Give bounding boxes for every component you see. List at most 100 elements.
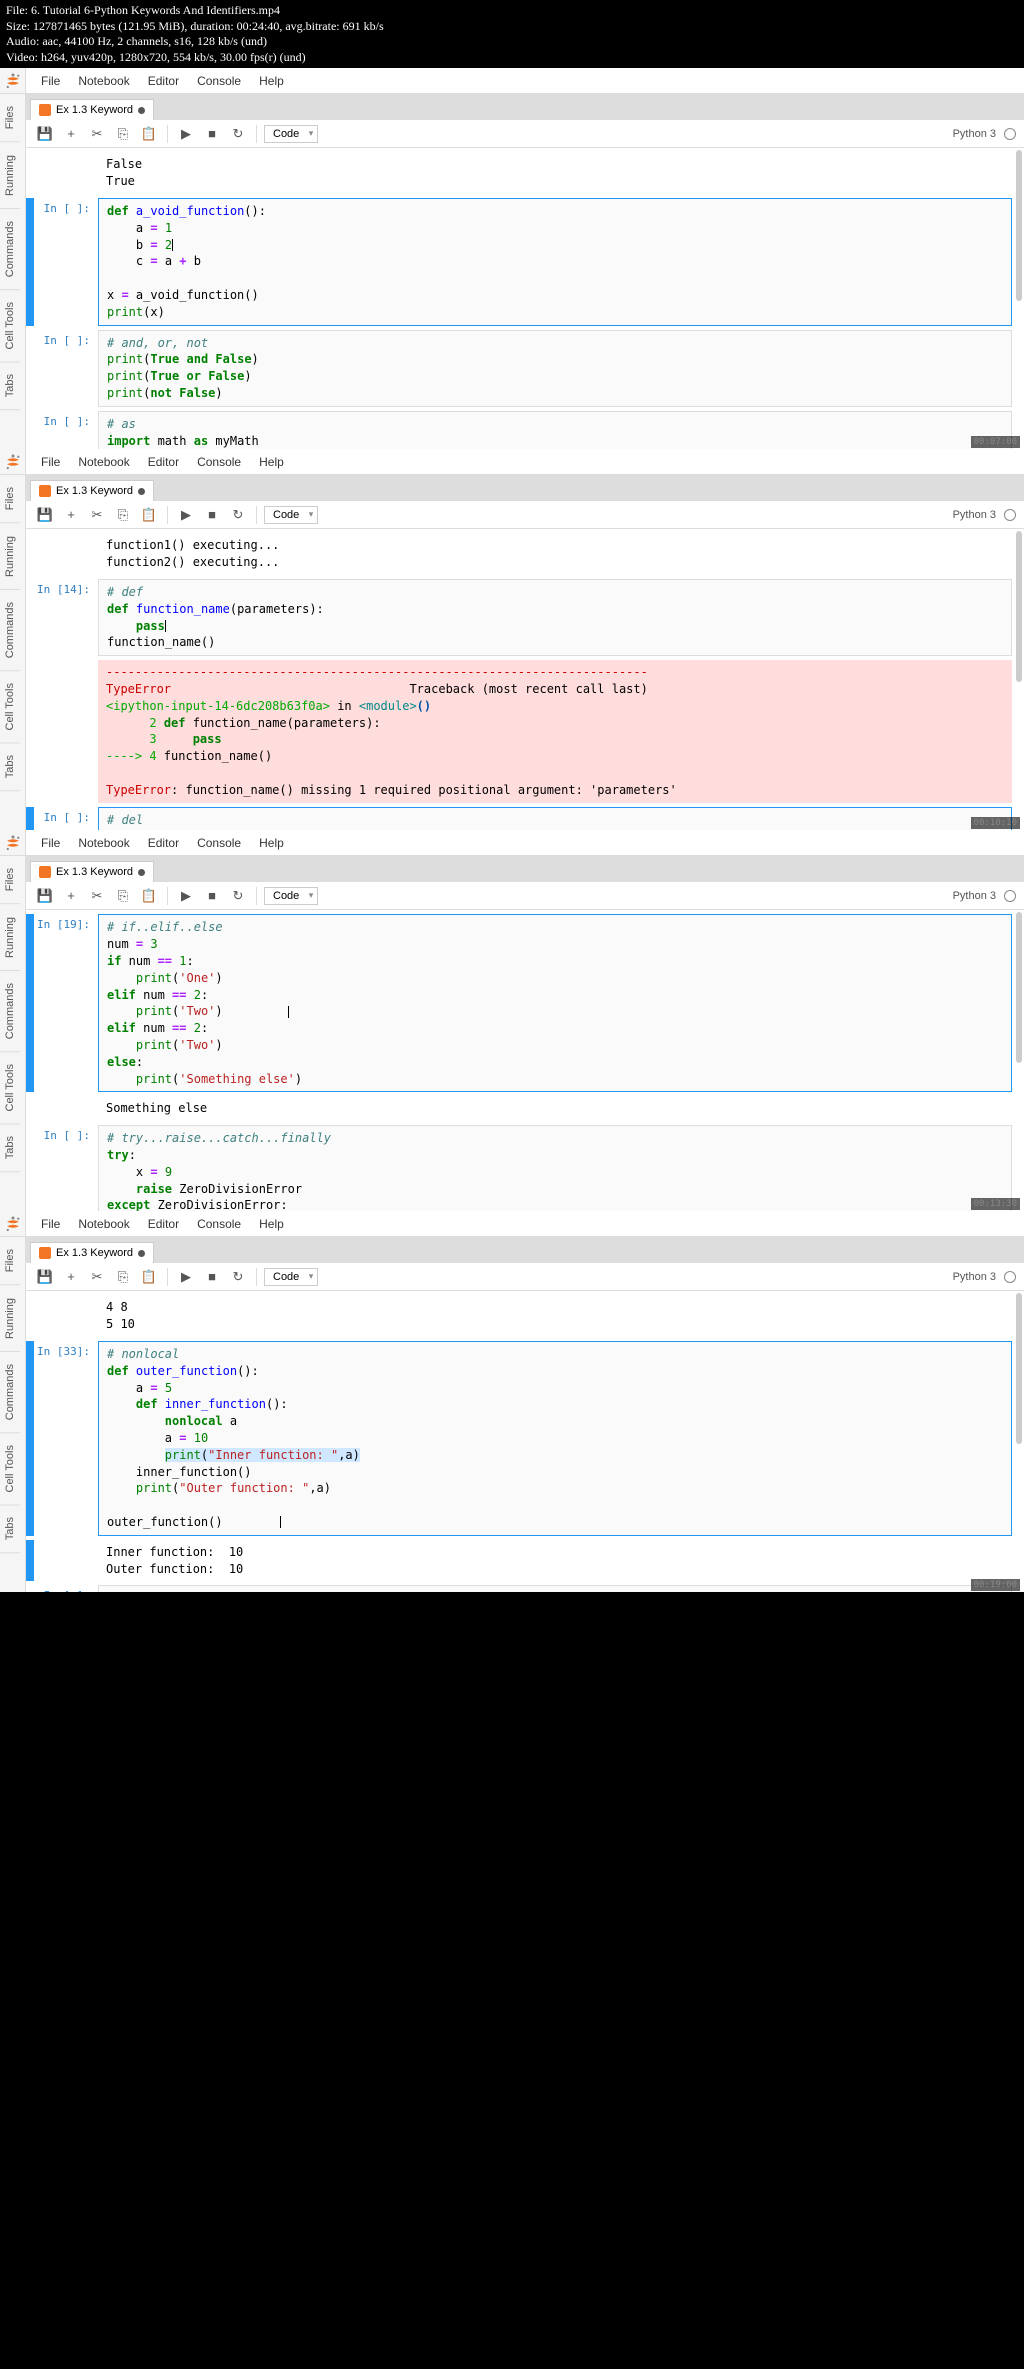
- notebook-tab[interactable]: Ex 1.3 Keyword: [30, 99, 154, 120]
- cell-type-dropdown[interactable]: Code: [264, 506, 318, 524]
- sidebar-tab-commands[interactable]: Commands: [0, 971, 20, 1052]
- cell-type-dropdown[interactable]: Code: [264, 125, 318, 143]
- menu-help[interactable]: Help: [250, 71, 293, 91]
- sidebar-tab-tabs[interactable]: Tabs: [0, 743, 20, 791]
- code-cell[interactable]: In [33]:# nonlocal def outer_function():…: [26, 1341, 1012, 1536]
- menu-console[interactable]: Console: [188, 833, 250, 853]
- cell-content[interactable]: def a_void_function(): a = 1 b = 2 c = a…: [98, 198, 1012, 326]
- cell-content[interactable]: # nonlocal def outer_function(): a = 5 d…: [98, 1341, 1012, 1536]
- sidebar-tab-tabs[interactable]: Tabs: [0, 362, 20, 410]
- menu-file[interactable]: File: [32, 1214, 69, 1234]
- sidebar-tab-tabs[interactable]: Tabs: [0, 1505, 20, 1553]
- menu-file[interactable]: File: [32, 833, 69, 853]
- sidebar-tab-celltools[interactable]: Cell Tools: [0, 671, 20, 744]
- menu-notebook[interactable]: Notebook: [69, 71, 138, 91]
- menu-editor[interactable]: Editor: [139, 452, 188, 472]
- code-cell[interactable]: In [ ]:# del a = 10 print(a) del a print…: [26, 807, 1012, 831]
- cell-type-dropdown[interactable]: Code: [264, 1268, 318, 1286]
- menu-notebook[interactable]: Notebook: [69, 1214, 138, 1234]
- menu-console[interactable]: Console: [188, 71, 250, 91]
- menu-file[interactable]: File: [32, 452, 69, 472]
- stop-icon[interactable]: ■: [201, 123, 223, 145]
- stop-icon[interactable]: ■: [201, 504, 223, 526]
- add-icon[interactable]: +: [60, 885, 82, 907]
- sidebar-tab-files[interactable]: Files: [0, 1237, 20, 1285]
- menu-notebook[interactable]: Notebook: [69, 833, 138, 853]
- run-icon[interactable]: ▶: [175, 504, 197, 526]
- copy-icon[interactable]: ⎘: [112, 504, 134, 526]
- sidebar-tab-celltools[interactable]: Cell Tools: [0, 1052, 20, 1125]
- code-cell[interactable]: In [ ]:def a_void_function(): a = 1 b = …: [26, 198, 1012, 326]
- code-cell[interactable]: In [ ]:# and, or, not print(True and Fal…: [26, 330, 1012, 407]
- restart-icon[interactable]: ↻: [227, 1266, 249, 1288]
- copy-icon[interactable]: ⎘: [112, 123, 134, 145]
- code-cell[interactable]: In [ ]:# pass def function(args): pass: [26, 1585, 1012, 1592]
- sidebar-tab-files[interactable]: Files: [0, 475, 20, 523]
- save-icon[interactable]: 💾: [34, 123, 56, 145]
- restart-icon[interactable]: ↻: [227, 504, 249, 526]
- paste-icon[interactable]: 📋: [138, 1266, 160, 1288]
- save-icon[interactable]: 💾: [34, 1266, 56, 1288]
- cell-content[interactable]: # if..elif..else num = 3 if num == 1: pr…: [98, 914, 1012, 1092]
- cut-icon[interactable]: ✂: [86, 1266, 108, 1288]
- sidebar-tab-files[interactable]: Files: [0, 856, 20, 904]
- cell-content[interactable]: # as import math as myMath print(myMath.…: [98, 411, 1012, 450]
- menu-file[interactable]: File: [32, 71, 69, 91]
- menu-help[interactable]: Help: [250, 1214, 293, 1234]
- run-icon[interactable]: ▶: [175, 123, 197, 145]
- stop-icon[interactable]: ■: [201, 885, 223, 907]
- run-icon[interactable]: ▶: [175, 1266, 197, 1288]
- copy-icon[interactable]: ⎘: [112, 885, 134, 907]
- sidebar-tab-commands[interactable]: Commands: [0, 1352, 20, 1433]
- add-icon[interactable]: +: [60, 1266, 82, 1288]
- cut-icon[interactable]: ✂: [86, 123, 108, 145]
- menu-notebook[interactable]: Notebook: [69, 452, 138, 472]
- cut-icon[interactable]: ✂: [86, 504, 108, 526]
- notebook-tab[interactable]: Ex 1.3 Keyword: [30, 861, 154, 882]
- paste-icon[interactable]: 📋: [138, 504, 160, 526]
- menu-editor[interactable]: Editor: [139, 833, 188, 853]
- menu-console[interactable]: Console: [188, 452, 250, 472]
- run-icon[interactable]: ▶: [175, 885, 197, 907]
- notebook-area[interactable]: function1() executing... function2() exe…: [26, 529, 1024, 830]
- cut-icon[interactable]: ✂: [86, 885, 108, 907]
- stop-icon[interactable]: ■: [201, 1266, 223, 1288]
- cell-type-dropdown[interactable]: Code: [264, 887, 318, 905]
- code-cell[interactable]: In [ ]:# as import math as myMath print(…: [26, 411, 1012, 450]
- cell-content[interactable]: # and, or, not print(True and False) pri…: [98, 330, 1012, 407]
- notebook-tab[interactable]: Ex 1.3 Keyword: [30, 480, 154, 501]
- save-icon[interactable]: 💾: [34, 885, 56, 907]
- sidebar-tab-running[interactable]: Running: [0, 143, 20, 209]
- menu-editor[interactable]: Editor: [139, 1214, 188, 1234]
- menu-help[interactable]: Help: [250, 452, 293, 472]
- menu-editor[interactable]: Editor: [139, 71, 188, 91]
- copy-icon[interactable]: ⎘: [112, 1266, 134, 1288]
- cell-content[interactable]: # def def function_name(parameters): pas…: [98, 579, 1012, 656]
- sidebar-tab-running[interactable]: Running: [0, 524, 20, 590]
- cell-content[interactable]: # del a = 10 print(a) del a print(a): [98, 807, 1012, 831]
- sidebar-tab-commands[interactable]: Commands: [0, 209, 20, 290]
- notebook-area[interactable]: 4 8 5 10In [33]:# nonlocal def outer_fun…: [26, 1291, 1024, 1592]
- menu-console[interactable]: Console: [188, 1214, 250, 1234]
- sidebar-tab-files[interactable]: Files: [0, 94, 20, 142]
- notebook-area[interactable]: In [19]:# if..elif..else num = 3 if num …: [26, 910, 1024, 1211]
- notebook-area[interactable]: False TrueIn [ ]:def a_void_function(): …: [26, 148, 1024, 449]
- sidebar-tab-running[interactable]: Running: [0, 1286, 20, 1352]
- code-cell[interactable]: In [19]:# if..elif..else num = 3 if num …: [26, 914, 1012, 1092]
- restart-icon[interactable]: ↻: [227, 123, 249, 145]
- code-cell[interactable]: In [14]:# def def function_name(paramete…: [26, 579, 1012, 656]
- cell-content[interactable]: # pass def function(args): pass: [98, 1585, 1012, 1592]
- save-icon[interactable]: 💾: [34, 504, 56, 526]
- restart-icon[interactable]: ↻: [227, 885, 249, 907]
- add-icon[interactable]: +: [60, 504, 82, 526]
- sidebar-tab-celltools[interactable]: Cell Tools: [0, 290, 20, 363]
- paste-icon[interactable]: 📋: [138, 885, 160, 907]
- paste-icon[interactable]: 📋: [138, 123, 160, 145]
- cell-content[interactable]: # try...raise...catch...finally try: x =…: [98, 1125, 1012, 1211]
- add-icon[interactable]: +: [60, 123, 82, 145]
- code-cell[interactable]: In [ ]:# try...raise...catch...finally t…: [26, 1125, 1012, 1211]
- sidebar-tab-tabs[interactable]: Tabs: [0, 1124, 20, 1172]
- sidebar-tab-celltools[interactable]: Cell Tools: [0, 1433, 20, 1506]
- menu-help[interactable]: Help: [250, 833, 293, 853]
- notebook-tab[interactable]: Ex 1.3 Keyword: [30, 1242, 154, 1263]
